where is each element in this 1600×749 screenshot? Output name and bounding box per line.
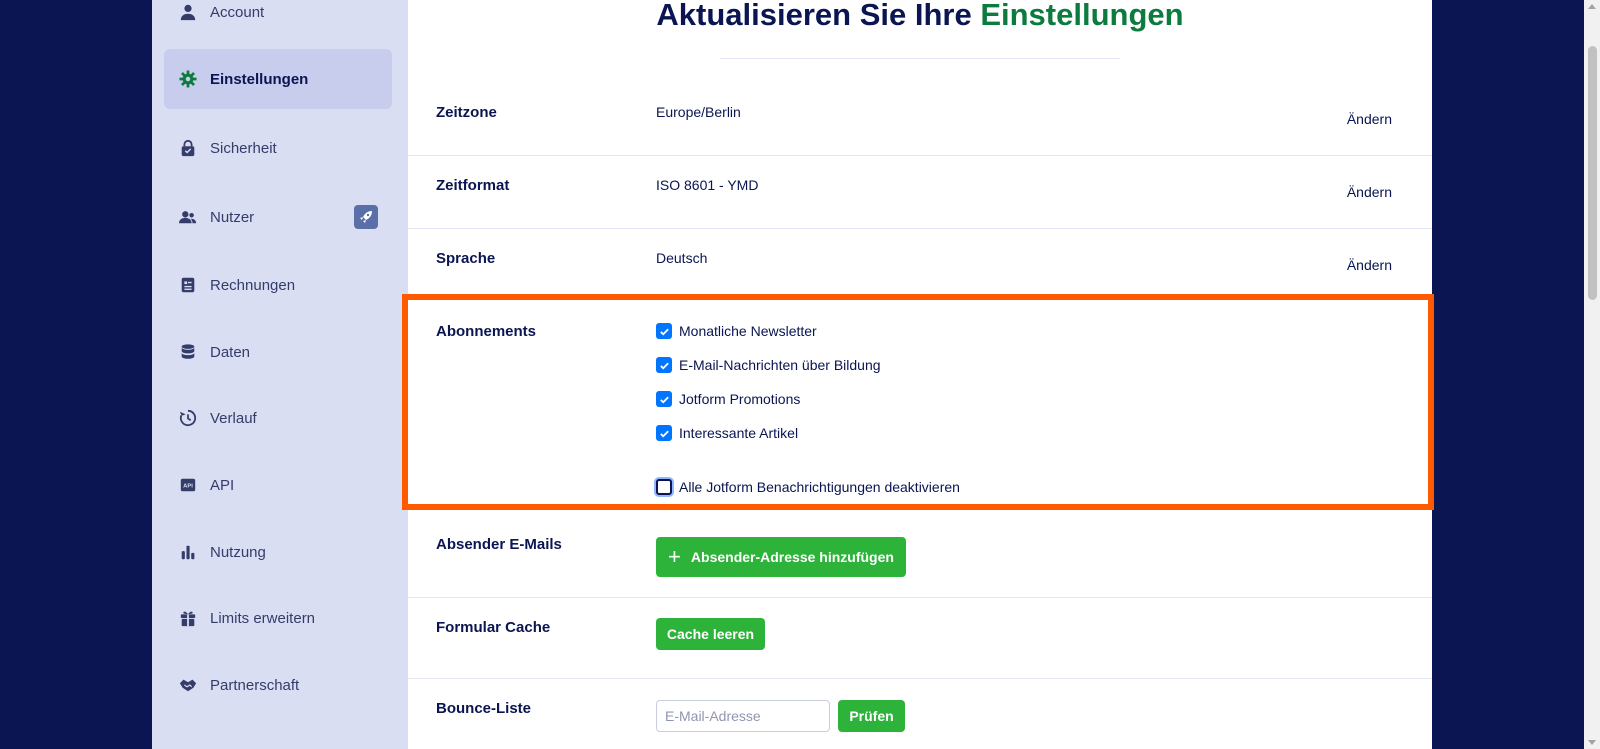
setting-value: Deutsch bbox=[656, 250, 708, 266]
sidebar-item-nutzer[interactable]: Nutzer bbox=[164, 187, 392, 247]
setting-label: Sprache bbox=[436, 250, 496, 267]
disable-all-option: Alle Jotform Benachrichtigungen deaktivi… bbox=[656, 479, 960, 495]
app-frame: Account Einstellungen Sicherheit Nutzer … bbox=[152, 0, 1434, 749]
checkbox-label: Jotform Promotions bbox=[679, 391, 801, 407]
checkbox-label: Interessante Artikel bbox=[679, 425, 799, 441]
setting-label: Zeitzone bbox=[436, 104, 497, 121]
rocket-icon[interactable] bbox=[354, 205, 378, 229]
button-label: Absender-Adresse hinzufügen bbox=[690, 549, 894, 565]
clear-cache-button[interactable]: Cache leeren bbox=[656, 618, 765, 650]
sidebar-item-nutzung[interactable]: Nutzung bbox=[164, 522, 392, 582]
plus-icon: + bbox=[668, 544, 681, 569]
sidebar-item-sicherheit[interactable]: Sicherheit bbox=[164, 118, 392, 178]
checkbox-checked[interactable] bbox=[656, 323, 672, 339]
checkbox-checked[interactable] bbox=[656, 391, 672, 407]
setting-value: Europe/Berlin bbox=[656, 104, 741, 120]
sidebar-item-label: Partnerschaft bbox=[210, 676, 300, 694]
invoice-icon bbox=[178, 275, 198, 295]
highlight-box bbox=[402, 294, 1434, 510]
check-button[interactable]: Prüfen bbox=[838, 700, 905, 732]
setting-label: Absender E-Mails bbox=[436, 536, 562, 553]
setting-label: Zeitformat bbox=[436, 177, 510, 194]
scroll-up-arrow-icon[interactable] bbox=[1588, 4, 1596, 9]
sidebar-item-label: Account bbox=[210, 3, 265, 21]
change-link[interactable]: Ändern bbox=[1347, 111, 1392, 127]
bounce-list-label: Bounce-Liste bbox=[436, 700, 532, 717]
settings-panel: Aktualisieren Sie Ihre Einstellungen Zei… bbox=[402, 0, 1434, 749]
sidebar-item-label: Einstellungen bbox=[210, 70, 309, 88]
sidebar-item-label: Daten bbox=[210, 343, 251, 361]
page-title-accent: Einstellungen bbox=[980, 0, 1184, 32]
sidebar-item-einstellungen[interactable]: Einstellungen bbox=[164, 49, 392, 109]
subscriptions-label: Abonnements bbox=[436, 323, 537, 340]
gear-icon bbox=[178, 69, 198, 89]
checkbox-label: E-Mail-Nachrichten über Bildung bbox=[679, 357, 881, 373]
sidebar-item-daten[interactable]: Daten bbox=[164, 322, 392, 382]
button-label: Prüfen bbox=[849, 708, 894, 724]
checkbox-label: Alle Jotform Benachrichtigungen deaktivi… bbox=[679, 479, 960, 495]
setting-value: ISO 8601 - YMD bbox=[656, 177, 759, 193]
sidebar-item-label: Rechnungen bbox=[210, 276, 296, 294]
subscription-option: E-Mail-Nachrichten über Bildung bbox=[656, 357, 881, 373]
subscription-option: Jotform Promotions bbox=[656, 391, 800, 407]
page-title: Aktualisieren Sie Ihre Einstellungen bbox=[408, 0, 1432, 30]
add-sender-address-button[interactable]: + Absender-Adresse hinzufügen bbox=[656, 537, 906, 577]
setting-row-sprache: Sprache Deutsch Ändern bbox=[408, 229, 1432, 300]
api-icon: API bbox=[178, 475, 198, 495]
setting-row-zeitzone: Zeitzone Europe/Berlin Ändern bbox=[408, 82, 1432, 156]
button-label: Cache leeren bbox=[666, 626, 755, 642]
users-icon bbox=[178, 207, 198, 227]
sidebar: Account Einstellungen Sicherheit Nutzer … bbox=[152, 0, 408, 749]
setting-label: Formular Cache bbox=[436, 619, 551, 636]
sidebar-item-rechnungen[interactable]: Rechnungen bbox=[164, 255, 392, 315]
subscription-option: Monatliche Newsletter bbox=[656, 323, 817, 339]
gift-icon bbox=[178, 608, 198, 628]
sidebar-item-api[interactable]: API API bbox=[164, 455, 392, 515]
sidebar-item-label: API bbox=[210, 476, 235, 494]
page-title-prefix: Aktualisieren Sie Ihre bbox=[656, 0, 981, 32]
checkbox-checked[interactable] bbox=[656, 425, 672, 441]
history-icon bbox=[178, 408, 198, 428]
change-link[interactable]: Ändern bbox=[1347, 257, 1392, 273]
checkbox-label: Monatliche Newsletter bbox=[679, 323, 817, 339]
sidebar-item-label: Verlauf bbox=[210, 409, 257, 427]
scrollbar-thumb[interactable] bbox=[1588, 46, 1597, 300]
sidebar-item-partnerschaft[interactable]: Partnerschaft bbox=[164, 655, 392, 715]
sidebar-item-limits-erweitern[interactable]: Limits erweitern bbox=[164, 588, 392, 648]
database-icon bbox=[178, 342, 198, 362]
sidebar-item-account[interactable]: Account bbox=[164, 0, 392, 42]
scroll-down-arrow-icon[interactable] bbox=[1588, 740, 1596, 745]
setting-row-sender-emails: Absender E-Mails + Absender-Adresse hinz… bbox=[408, 510, 1432, 598]
email-address-input[interactable] bbox=[656, 700, 830, 732]
checkbox-unchecked[interactable] bbox=[656, 479, 672, 495]
bar-chart-icon bbox=[178, 542, 198, 562]
sidebar-item-label: Nutzung bbox=[210, 543, 266, 561]
sidebar-item-label: Nutzer bbox=[210, 208, 255, 226]
handshake-icon bbox=[178, 675, 198, 695]
svg-text:API: API bbox=[183, 484, 193, 490]
sidebar-item-verlauf[interactable]: Verlauf bbox=[164, 388, 392, 448]
title-divider bbox=[720, 58, 1120, 59]
lock-icon bbox=[178, 138, 198, 158]
setting-row-form-cache: Formular Cache Cache leeren bbox=[408, 598, 1432, 679]
scrollbar[interactable] bbox=[1584, 0, 1600, 749]
user-icon bbox=[178, 2, 198, 22]
sidebar-item-label: Limits erweitern bbox=[210, 609, 316, 627]
change-link[interactable]: Ändern bbox=[1347, 184, 1392, 200]
sidebar-item-label: Sicherheit bbox=[210, 139, 277, 157]
setting-row-zeitformat: Zeitformat ISO 8601 - YMD Ändern bbox=[408, 156, 1432, 229]
checkbox-checked[interactable] bbox=[656, 357, 672, 373]
subscription-option: Interessante Artikel bbox=[656, 425, 798, 441]
